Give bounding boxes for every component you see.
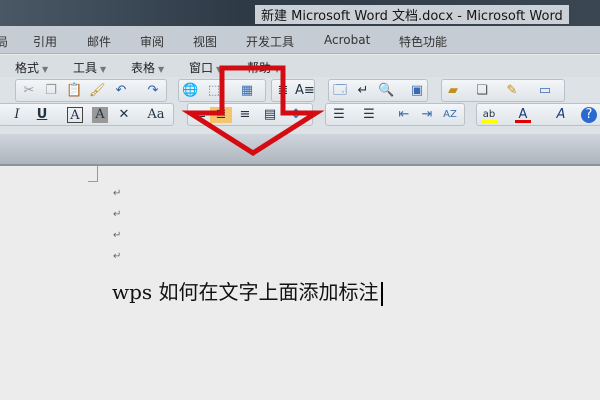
text-cursor [380, 281, 383, 306]
paragraph-mark: ↵ [113, 209, 122, 220]
paragraph-mark: ↵ [113, 230, 122, 241]
margin-marker [88, 166, 98, 182]
red-arrow-annotation [181, 65, 325, 156]
paragraph-mark: ↵ [113, 188, 122, 199]
paragraph-mark: ↵ [113, 251, 122, 262]
arrow-down-icon [181, 65, 325, 156]
document-text-line[interactable]: wps 如何在文字上面添加标注 [112, 276, 383, 306]
